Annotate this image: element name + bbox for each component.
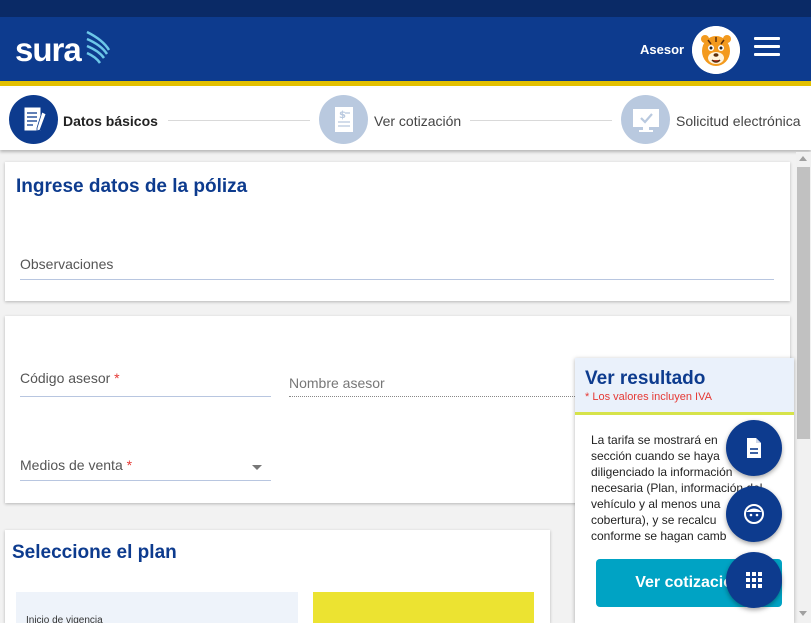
medios-venta-underline [20,480,271,481]
step-3-label[interactable]: Solicitud electrónica [676,113,801,129]
result-title: Ver resultado [585,368,706,389]
medios-venta-select[interactable]: Medios de venta * [20,457,132,473]
logo-wing-icon [86,30,110,64]
plan-card: Seleccione el plan Inicio de vigencia [5,530,550,623]
step-connector-1 [168,120,310,121]
observaciones-underline [20,279,774,280]
step-3-circle[interactable] [621,95,670,144]
nombre-asesor-field: Nombre asesor [289,375,385,391]
hamburger-menu-button[interactable] [754,37,780,61]
step-1-circle[interactable] [9,95,58,144]
required-mark: * [114,370,120,386]
required-mark: * [126,457,133,473]
codigo-asesor-label: Código asesor [20,370,111,386]
tiger-mascot-icon [692,26,740,74]
invoice-icon: $ [334,106,353,132]
plan-section-title: Seleccione el plan [12,542,177,563]
monitor-check-icon [632,108,659,132]
apps-grid-icon [746,572,762,588]
page-scrollbar[interactable] [796,152,811,623]
medios-venta-label: Medios de venta [20,457,123,473]
scroll-down-arrow-icon[interactable] [799,611,807,616]
document-icon [747,438,761,458]
policy-card: Ingrese datos de la póliza Observaciones [5,162,790,301]
scroll-up-arrow-icon[interactable] [799,156,807,161]
policy-section-title: Ingrese datos de la póliza [16,176,248,197]
app-header [0,17,811,81]
top-strip [0,0,811,17]
face-fab-button[interactable] [726,486,782,542]
face-icon [744,504,764,524]
codigo-asesor-field[interactable]: Código asesor * [20,370,120,386]
step-1-label[interactable]: Datos básicos [63,113,158,129]
codigo-asesor-underline [20,396,271,397]
logo-text: sura [15,31,82,68]
chevron-down-icon[interactable] [252,465,262,470]
result-header: Ver resultado * Los valores incluyen IVA [575,358,794,415]
sura-logo[interactable]: sura [15,30,111,69]
iva-note: * Los valores incluyen IVA [585,391,712,403]
step-2-circle[interactable]: $ [319,95,368,144]
document-fab-button[interactable] [726,420,782,476]
nombre-asesor-underline [289,396,579,397]
step-connector-2 [470,120,612,121]
apps-fab-button[interactable] [726,552,782,608]
scroll-thumb[interactable] [797,167,810,439]
step-2-label[interactable]: Ver cotización [374,113,461,129]
document-pen-icon [23,106,47,132]
observaciones-field[interactable]: Observaciones [20,256,113,272]
avatar[interactable] [692,26,740,74]
user-role-label: Asesor [640,42,685,57]
inicio-vigencia-box[interactable]: Inicio de vigencia [16,592,298,623]
plan-option-card[interactable] [313,592,534,623]
hamburger-icon [754,37,780,40]
svg-text:$: $ [339,110,346,121]
progress-stepper: Datos básicos $ Ver cotización Solicitud… [0,88,811,150]
inicio-vigencia-label: Inicio de vigencia [26,615,103,623]
